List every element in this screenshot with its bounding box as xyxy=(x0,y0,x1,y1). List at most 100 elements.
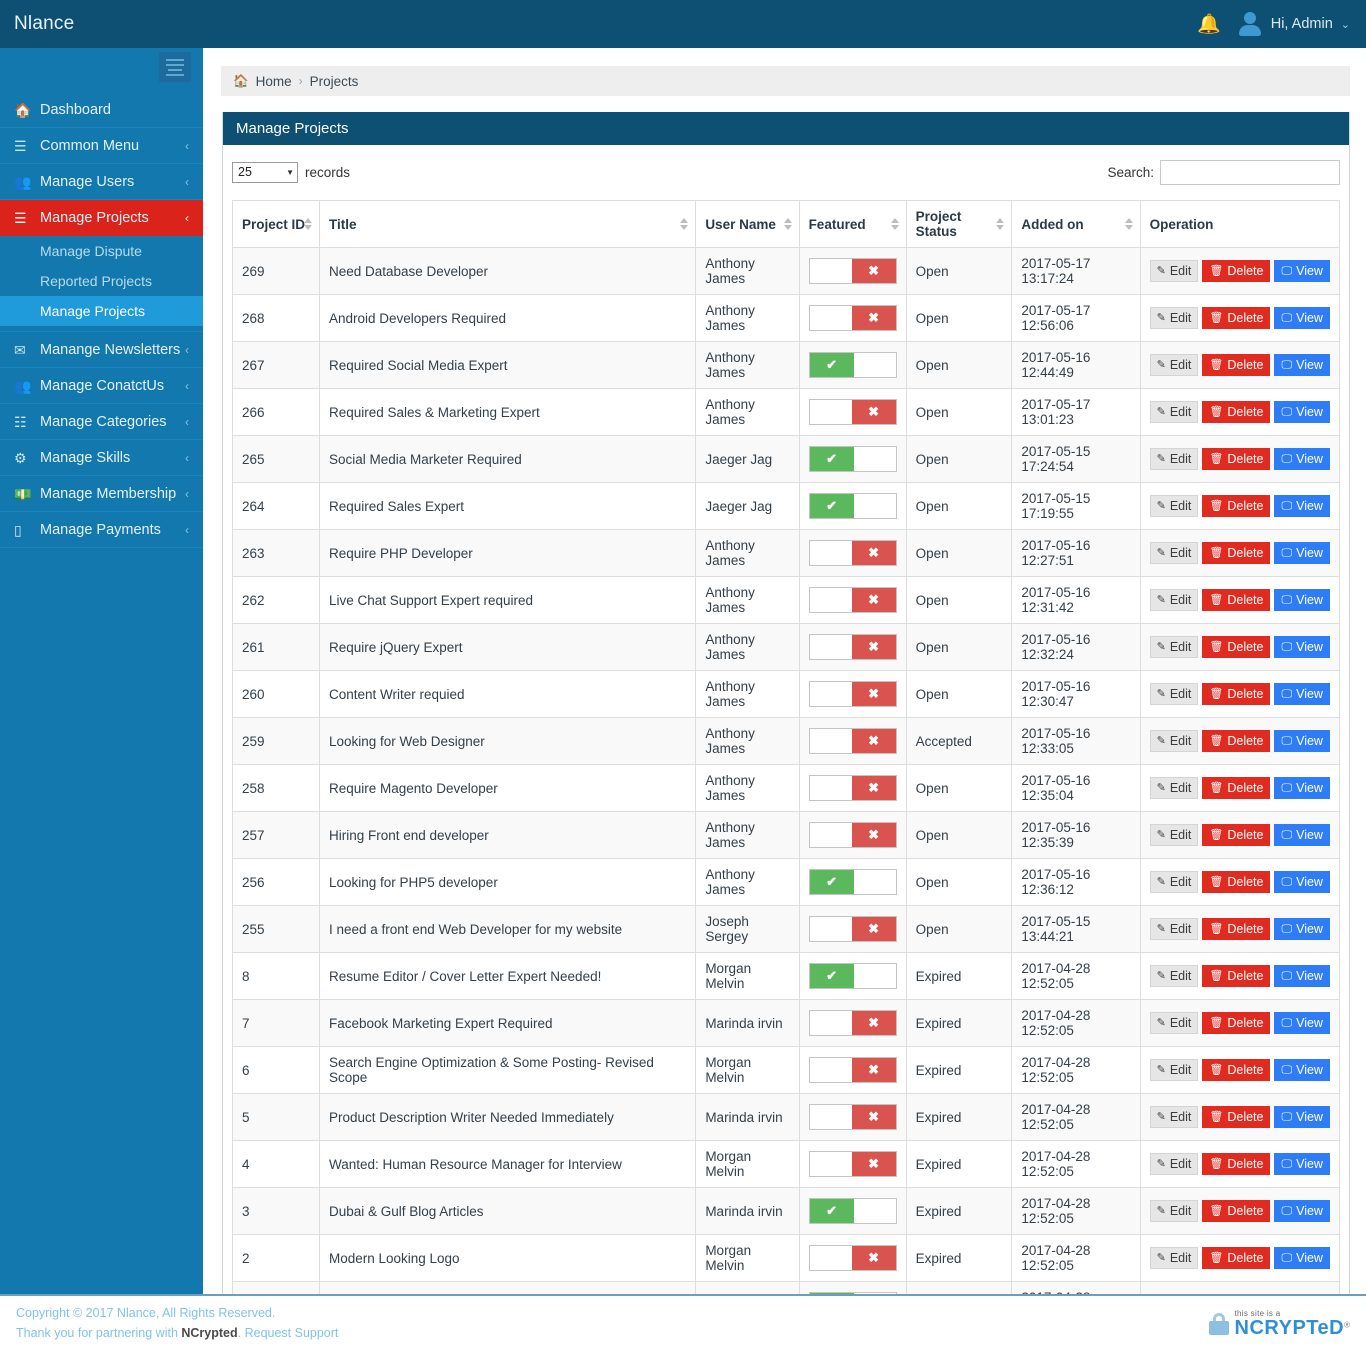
featured-toggle-off[interactable]: ✖ xyxy=(808,728,897,754)
edit-button[interactable]: ✎Edit xyxy=(1149,1012,1199,1034)
delete-button[interactable]: 🗑Delete xyxy=(1202,1200,1271,1222)
sidebar-item-manage-newsletters[interactable]: ✉ Manange Newsletters ‹ xyxy=(0,332,203,368)
delete-button[interactable]: 🗑Delete xyxy=(1202,1059,1271,1081)
featured-toggle-off[interactable]: ✖ xyxy=(808,540,897,566)
delete-button[interactable]: 🗑Delete xyxy=(1202,965,1271,987)
view-button[interactable]: 🖵View xyxy=(1274,871,1330,893)
featured-toggle-off[interactable]: ✖ xyxy=(808,1057,897,1083)
edit-button[interactable]: ✎Edit xyxy=(1149,1200,1199,1222)
ncrypted-badge[interactable]: this site is a NCRYPTeD® xyxy=(1208,1309,1350,1338)
delete-button[interactable]: 🗑Delete xyxy=(1202,871,1271,893)
featured-toggle-off[interactable]: ✖ xyxy=(808,822,897,848)
delete-button[interactable]: 🗑Delete xyxy=(1202,589,1271,611)
featured-toggle-off[interactable]: ✖ xyxy=(808,1151,897,1177)
sidebar-item-manage-skills[interactable]: ⚙ Manage Skills ‹ xyxy=(0,440,203,476)
edit-button[interactable]: ✎Edit xyxy=(1149,448,1199,470)
view-button[interactable]: 🖵View xyxy=(1274,307,1330,329)
view-button[interactable]: 🖵View xyxy=(1274,1059,1330,1081)
brand-logo[interactable]: Nlance xyxy=(0,0,203,48)
edit-button[interactable]: ✎Edit xyxy=(1149,777,1199,799)
partner-name[interactable]: NCrypted xyxy=(181,1326,237,1340)
edit-button[interactable]: ✎Edit xyxy=(1149,354,1199,376)
column-header-title[interactable]: Title xyxy=(318,200,697,248)
partner-post[interactable]: . Request Support xyxy=(238,1326,339,1340)
edit-button[interactable]: ✎Edit xyxy=(1149,495,1199,517)
column-header-project-status[interactable]: Project Status xyxy=(905,200,1013,248)
sidebar-item-common-menu[interactable]: ☰ Common Menu ‹ xyxy=(0,128,203,164)
edit-button[interactable]: ✎Edit xyxy=(1149,307,1199,329)
view-button[interactable]: 🖵View xyxy=(1274,1200,1330,1222)
edit-button[interactable]: ✎Edit xyxy=(1149,401,1199,423)
delete-button[interactable]: 🗑Delete xyxy=(1202,1247,1271,1269)
view-button[interactable]: 🖵View xyxy=(1274,589,1330,611)
delete-button[interactable]: 🗑Delete xyxy=(1202,448,1271,470)
edit-button[interactable]: ✎Edit xyxy=(1149,871,1199,893)
sidebar-item-manage-payments[interactable]: ▯ Manage Payments ‹ xyxy=(0,512,203,548)
delete-button[interactable]: 🗑Delete xyxy=(1202,1012,1271,1034)
sidebar-subitem-manage-dispute[interactable]: Manage Dispute xyxy=(0,236,203,266)
delete-button[interactable]: 🗑Delete xyxy=(1202,918,1271,940)
user-menu[interactable]: Hi, Admin ⌄ xyxy=(1237,11,1350,37)
edit-button[interactable]: ✎Edit xyxy=(1149,1153,1199,1175)
view-button[interactable]: 🖵View xyxy=(1274,824,1330,846)
view-button[interactable]: 🖵View xyxy=(1274,965,1330,987)
view-button[interactable]: 🖵View xyxy=(1274,260,1330,282)
view-button[interactable]: 🖵View xyxy=(1274,918,1330,940)
view-button[interactable]: 🖵View xyxy=(1274,777,1330,799)
featured-toggle-on[interactable]: ✔ xyxy=(808,446,897,472)
featured-toggle-off[interactable]: ✖ xyxy=(808,1104,897,1130)
edit-button[interactable]: ✎Edit xyxy=(1149,965,1199,987)
delete-button[interactable]: 🗑Delete xyxy=(1202,777,1271,799)
delete-button[interactable]: 🗑Delete xyxy=(1202,730,1271,752)
sidebar-item-manage-contactus[interactable]: 👥 Manage ConatctUs ‹ xyxy=(0,368,203,404)
featured-toggle-off[interactable]: ✖ xyxy=(808,1245,897,1271)
column-header-user-name[interactable]: User Name xyxy=(695,200,800,248)
view-button[interactable]: 🖵View xyxy=(1274,730,1330,752)
delete-button[interactable]: 🗑Delete xyxy=(1202,683,1271,705)
view-button[interactable]: 🖵View xyxy=(1274,354,1330,376)
view-button[interactable]: 🖵View xyxy=(1274,542,1330,564)
featured-toggle-on[interactable]: ✔ xyxy=(808,869,897,895)
delete-button[interactable]: 🗑Delete xyxy=(1202,1153,1271,1175)
sidebar-subitem-reported-projects[interactable]: Reported Projects xyxy=(0,266,203,296)
edit-button[interactable]: ✎Edit xyxy=(1149,589,1199,611)
edit-button[interactable]: ✎Edit xyxy=(1149,730,1199,752)
column-header-project-id[interactable]: Project ID xyxy=(232,200,320,248)
breadcrumb-home[interactable]: Home xyxy=(256,74,292,89)
bell-icon[interactable]: 🔔 xyxy=(1197,15,1221,34)
sidebar-item-dashboard[interactable]: 🏠 Dashboard xyxy=(0,92,203,128)
featured-toggle-off[interactable]: ✖ xyxy=(808,587,897,613)
sidebar-item-manage-users[interactable]: 👥 Manage Users ‹ xyxy=(0,164,203,200)
featured-toggle-off[interactable]: ✖ xyxy=(808,775,897,801)
sidebar-subitem-manage-projects[interactable]: Manage Projects xyxy=(0,296,203,326)
featured-toggle-off[interactable]: ✖ xyxy=(808,916,897,942)
view-button[interactable]: 🖵View xyxy=(1274,1153,1330,1175)
featured-toggle-off[interactable]: ✖ xyxy=(808,681,897,707)
sidebar-item-manage-projects[interactable]: ☰ Manage Projects ‹ xyxy=(0,200,203,236)
featured-toggle-on[interactable]: ✔ xyxy=(808,963,897,989)
edit-button[interactable]: ✎Edit xyxy=(1149,1106,1199,1128)
view-button[interactable]: 🖵View xyxy=(1274,448,1330,470)
edit-button[interactable]: ✎Edit xyxy=(1149,1059,1199,1081)
delete-button[interactable]: 🗑Delete xyxy=(1202,824,1271,846)
featured-toggle-off[interactable]: ✖ xyxy=(808,258,897,284)
delete-button[interactable]: 🗑Delete xyxy=(1202,401,1271,423)
delete-button[interactable]: 🗑Delete xyxy=(1202,307,1271,329)
search-input[interactable] xyxy=(1160,159,1340,185)
view-button[interactable]: 🖵View xyxy=(1274,1012,1330,1034)
featured-toggle-off[interactable]: ✖ xyxy=(808,399,897,425)
featured-toggle-on[interactable]: ✔ xyxy=(808,352,897,378)
delete-button[interactable]: 🗑Delete xyxy=(1202,1106,1271,1128)
edit-button[interactable]: ✎Edit xyxy=(1149,260,1199,282)
edit-button[interactable]: ✎Edit xyxy=(1149,683,1199,705)
featured-toggle-on[interactable]: ✔ xyxy=(808,493,897,519)
edit-button[interactable]: ✎Edit xyxy=(1149,824,1199,846)
edit-button[interactable]: ✎Edit xyxy=(1149,918,1199,940)
page-length-select[interactable]: 25 ▼ xyxy=(232,161,298,183)
sidebar-item-manage-categories[interactable]: ☷ Manage Categories ‹ xyxy=(0,404,203,440)
delete-button[interactable]: 🗑Delete xyxy=(1202,260,1271,282)
view-button[interactable]: 🖵View xyxy=(1274,401,1330,423)
view-button[interactable]: 🖵View xyxy=(1274,683,1330,705)
view-button[interactable]: 🖵View xyxy=(1274,1106,1330,1128)
edit-button[interactable]: ✎Edit xyxy=(1149,1247,1199,1269)
